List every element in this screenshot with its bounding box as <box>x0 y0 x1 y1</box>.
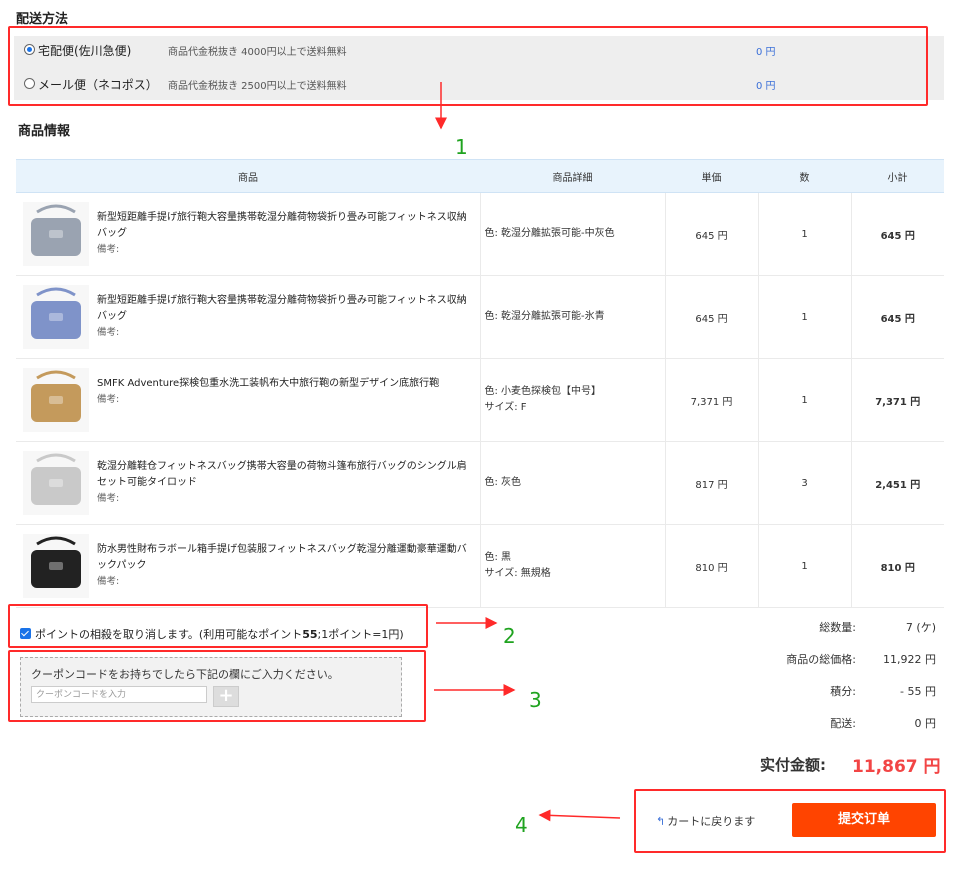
annotation-arrows <box>434 82 621 822</box>
arrow-left-icon <box>538 809 621 822</box>
